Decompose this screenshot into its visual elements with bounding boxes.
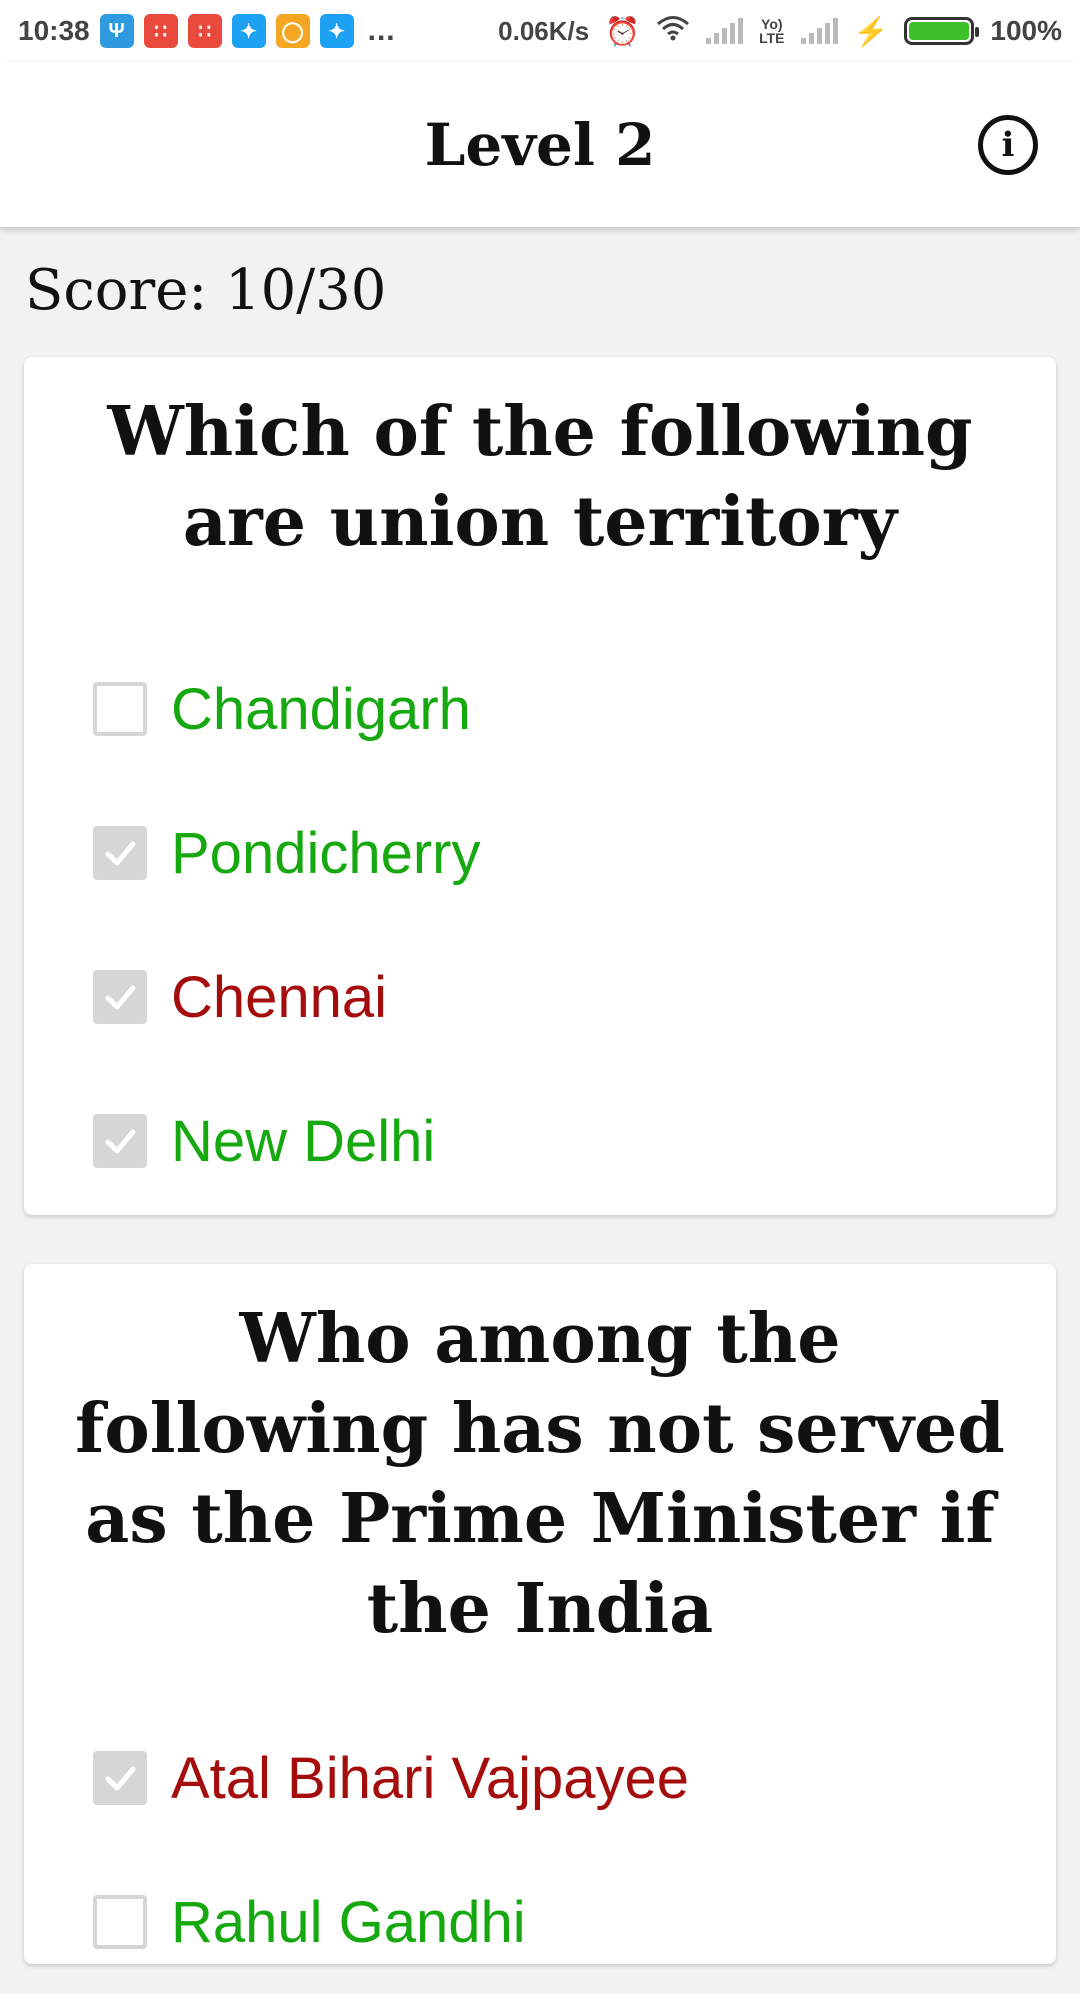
options-list: Chandigarh Pondicherry Chennai New Delhi <box>24 637 1056 1213</box>
status-time: 10:38 <box>18 15 90 46</box>
info-button[interactable]: i <box>978 114 1038 175</box>
network-speed: 0.06K/s <box>498 15 590 46</box>
info-icon: i <box>1001 124 1015 165</box>
checkbox-checked[interactable] <box>93 826 147 880</box>
check-icon <box>105 841 136 866</box>
option-item[interactable]: New Delhi <box>24 1069 1056 1213</box>
alarm-icon: ⏰ <box>605 15 641 47</box>
option-item[interactable]: Chandigarh <box>24 637 1056 781</box>
option-item[interactable]: Rahul Gandhi <box>24 1850 1056 1994</box>
question-text: Which of the following are union territo… <box>107 392 973 562</box>
option-label: Pondicherry <box>171 820 481 886</box>
page-title: Level 2 <box>424 110 656 179</box>
option-item[interactable]: Atal Bihari Vajpayee <box>24 1706 1056 1850</box>
battery-icon <box>904 17 980 45</box>
option-label: Chennai <box>171 964 388 1030</box>
check-icon <box>105 1129 136 1154</box>
question-text: Who among the following has not served a… <box>75 1299 1005 1649</box>
signal-icon-2 <box>800 18 838 44</box>
calendar-app-icon-2: ∷ <box>187 14 222 48</box>
option-item[interactable]: Pondicherry <box>24 781 1056 925</box>
checkbox-checked[interactable] <box>93 1751 147 1805</box>
check-icon <box>105 985 136 1010</box>
signal-icon <box>706 18 744 44</box>
checkbox-checked[interactable] <box>93 970 147 1024</box>
option-label: Atal Bihari Vajpayee <box>171 1745 690 1811</box>
question-card: Who among the following has not served a… <box>24 1264 1056 1964</box>
charging-icon: ⚡ <box>853 15 889 47</box>
question-card: Which of the following are union territo… <box>24 357 1056 1215</box>
score-label: Score: 10/30 <box>25 258 387 323</box>
notification-overflow: ... <box>367 14 396 47</box>
checkbox[interactable] <box>93 1895 147 1949</box>
volte-icon: Yo) LTE <box>759 16 785 46</box>
chat-app-icon: ◯ <box>275 14 310 48</box>
options-list: Atal Bihari Vajpayee Rahul Gandhi <box>24 1706 1056 1994</box>
option-item[interactable]: Chennai <box>24 925 1056 1069</box>
twitter-icon-2: ✦ <box>319 14 354 48</box>
check-icon <box>105 1766 136 1791</box>
status-right: 0.06K/s ⏰ Yo) LTE ⚡ 100% <box>498 15 1062 48</box>
option-label: New Delhi <box>171 1108 436 1174</box>
twitter-icon: ✦ <box>231 14 266 48</box>
wifi-icon <box>656 15 690 48</box>
option-label: Rahul Gandhi <box>171 1889 526 1955</box>
checkbox[interactable] <box>93 682 147 736</box>
checkbox-checked[interactable] <box>93 1114 147 1168</box>
app-bar: Level 2 i <box>0 62 1080 227</box>
usb-icon: Ψ <box>99 14 134 48</box>
status-left: 10:38 Ψ ∷ ∷ ✦ ◯ ✦ ... <box>18 14 396 48</box>
calendar-app-icon: ∷ <box>143 14 178 48</box>
status-bar: 10:38 Ψ ∷ ∷ ✦ ◯ ✦ ... 0.06K/s ⏰ Yo) LTE … <box>0 0 1080 62</box>
option-label: Chandigarh <box>171 676 471 742</box>
battery-percent: 100% <box>990 15 1062 46</box>
